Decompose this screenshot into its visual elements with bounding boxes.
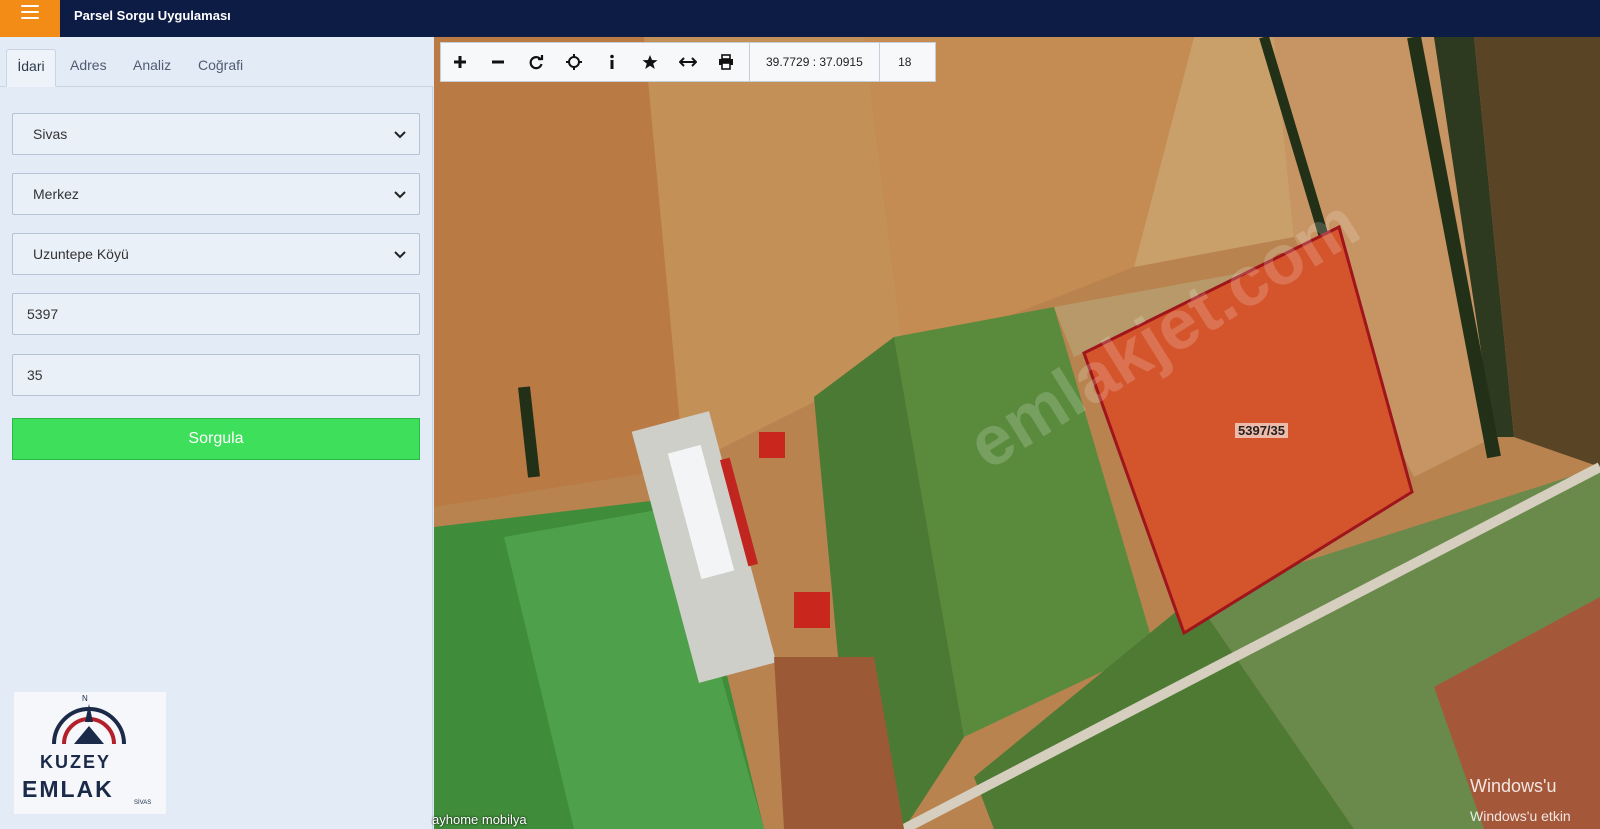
zoom-level: 18	[898, 55, 912, 69]
app-subtitle: Parsel Sorgu Uygulaması	[74, 8, 231, 23]
os-activation-watermark: Windows'u	[1470, 776, 1557, 796]
locate-button[interactable]	[555, 43, 593, 81]
plus-icon	[454, 56, 466, 68]
info-button[interactable]	[593, 43, 631, 81]
logo-line-1: KUZEY	[40, 752, 112, 772]
tab-analiz[interactable]: Analiz	[133, 49, 171, 87]
hamburger-icon	[21, 4, 39, 19]
parcel-value: 35	[27, 367, 43, 383]
coordinate-readout: 39.7729 : 37.0915	[749, 43, 880, 81]
map-view[interactable]: emlakjet.com	[434, 37, 1600, 829]
zoom-in-button[interactable]	[441, 43, 479, 81]
info-icon	[610, 54, 614, 69]
parcel-label: 5397/35	[1235, 423, 1288, 438]
crosshair-icon	[566, 54, 582, 70]
favorite-button[interactable]	[631, 43, 669, 81]
zoom-out-button[interactable]	[479, 43, 517, 81]
tab-bar: İdari Adres Analiz Coğrafi	[0, 37, 433, 87]
tab-cografi[interactable]: Coğrafi	[198, 49, 243, 87]
neighborhood-value: Uzuntepe Köyü	[33, 246, 129, 262]
sidebar: İdari Adres Analiz Coğrafi Sivas Merkez …	[0, 37, 433, 829]
chevron-down-icon	[394, 251, 406, 259]
province-value: Sivas	[33, 126, 68, 142]
block-value: 5397	[27, 306, 59, 322]
measure-button[interactable]	[669, 43, 707, 81]
parcel-input[interactable]: 35	[12, 354, 420, 396]
os-activation-watermark-sub: Windows'u etkin	[1470, 808, 1571, 824]
menu-button[interactable]	[0, 0, 60, 37]
app-header: Parsel Sorgu Uygulaması	[0, 0, 1600, 37]
district-select[interactable]: Merkez	[12, 173, 420, 215]
chevron-down-icon	[394, 131, 406, 139]
map-toolbar: 39.7729 : 37.0915 18	[440, 42, 936, 82]
block-input[interactable]: 5397	[12, 293, 420, 335]
measure-icon	[679, 57, 697, 67]
neighborhood-select[interactable]: Uzuntepe Köyü	[12, 233, 420, 275]
logo-line-2: EMLAK	[22, 776, 114, 802]
query-button[interactable]: Sorgula	[12, 418, 420, 460]
print-icon	[719, 54, 733, 70]
district-value: Merkez	[33, 186, 79, 202]
refresh-button[interactable]	[517, 43, 555, 81]
tab-idari[interactable]: İdari	[6, 49, 56, 87]
company-logo: N KUZEY EMLAK SİVAS	[14, 692, 166, 814]
refresh-icon	[529, 55, 544, 70]
chevron-down-icon	[394, 191, 406, 199]
place-label: ayhome mobilya	[432, 812, 527, 827]
print-button[interactable]	[707, 43, 745, 81]
province-select[interactable]: Sivas	[12, 113, 420, 155]
tab-adres[interactable]: Adres	[70, 49, 107, 87]
star-icon	[642, 55, 658, 69]
minus-icon	[492, 60, 504, 64]
logo-line-3: SİVAS	[134, 800, 152, 806]
